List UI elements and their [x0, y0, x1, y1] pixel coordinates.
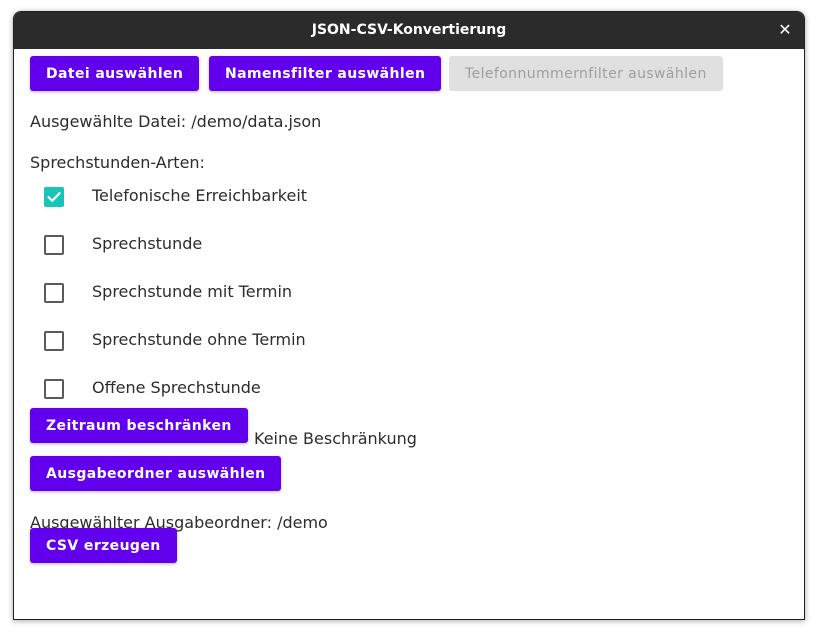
- close-icon: ✕: [778, 20, 792, 39]
- select-output-folder-button[interactable]: Ausgabeordner auswählen: [30, 456, 282, 491]
- title-bar: JSON-CSV-Konvertierung ✕: [14, 12, 804, 49]
- checkbox-box[interactable]: [44, 283, 64, 303]
- select-phone-filter-button: Telefonnummernfilter auswählen: [449, 56, 723, 91]
- select-file-button[interactable]: Datei auswählen: [30, 56, 200, 91]
- checkbox-label: Sprechstunde mit Termin: [92, 282, 293, 301]
- close-button[interactable]: ✕: [774, 19, 796, 41]
- select-name-filter-button[interactable]: Namensfilter auswählen: [209, 56, 442, 91]
- selected-file-label: Ausgewählte Datei: /demo/data.json: [30, 112, 322, 131]
- checkbox-label: Sprechstunde: [92, 234, 203, 253]
- app-window: JSON-CSV-Konvertierung ✕ Datei auswählen…: [13, 11, 805, 620]
- create-csv-button[interactable]: CSV erzeugen: [30, 528, 177, 563]
- checkbox-box[interactable]: [44, 331, 64, 351]
- checkbox-label: Sprechstunde ohne Termin: [92, 330, 306, 349]
- consultation-types-heading: Sprechstunden-Arten:: [30, 153, 205, 172]
- main-content: Datei auswählen Namensfilter auswählen T…: [14, 49, 804, 619]
- checkbox-label: Offene Sprechstunde: [92, 378, 261, 397]
- checkbox-label: Telefonische Erreichbarkeit: [92, 186, 308, 205]
- period-status-label: Keine Beschränkung: [254, 429, 417, 448]
- checkbox-box-checked[interactable]: [44, 187, 64, 207]
- window-title: JSON-CSV-Konvertierung: [311, 22, 507, 38]
- checkbox-box[interactable]: [44, 235, 64, 255]
- checkbox-box[interactable]: [44, 379, 64, 399]
- check-icon: [47, 192, 61, 202]
- limit-period-button[interactable]: Zeitraum beschränken: [30, 408, 248, 443]
